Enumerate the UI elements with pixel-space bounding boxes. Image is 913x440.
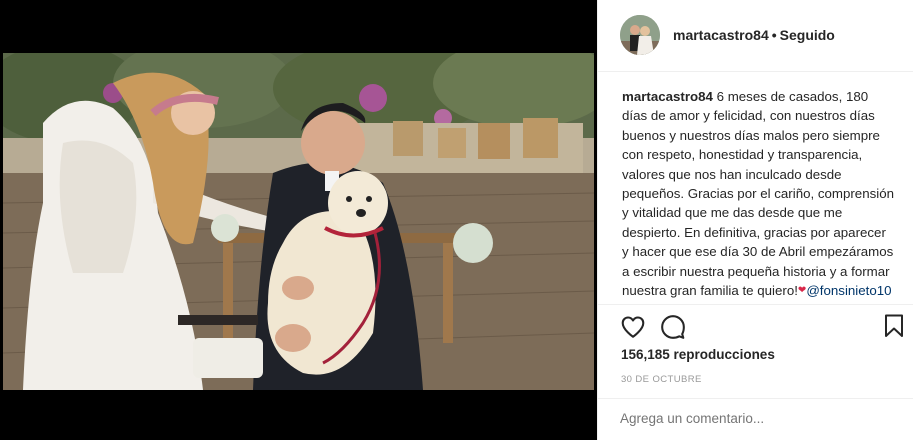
avatar-photo-icon [620, 15, 660, 55]
like-button[interactable] [620, 314, 646, 340]
follow-status-button[interactable]: Seguido [780, 27, 835, 43]
wedding-video-frame [3, 53, 594, 390]
post-caption: martacastro84 6 meses de casados, 180 dí… [622, 87, 894, 300]
comment-button[interactable] [660, 314, 686, 340]
caption-username-link[interactable]: martacastro84 [622, 89, 713, 104]
save-button[interactable] [884, 314, 910, 340]
comment-input[interactable] [620, 411, 880, 426]
user-line: martacastro84 • Seguido [673, 27, 835, 43]
media-panel [0, 0, 597, 440]
video-player[interactable] [3, 53, 594, 390]
username-link[interactable]: martacastro84 [673, 27, 769, 43]
caption-mention-link[interactable]: @fonsinieto10 [806, 283, 891, 298]
avatar[interactable] [620, 15, 660, 55]
caption-text: 6 meses de casados, 180 días de amor y f… [622, 89, 894, 299]
view-count[interactable]: 156,185 reproducciones [621, 347, 775, 362]
speech-bubble-icon [661, 315, 685, 339]
heart-outline-icon [621, 316, 645, 338]
comment-bar [598, 398, 913, 440]
post-sidebar: martacastro84 • Seguido martacastro84 6 me… [597, 0, 913, 440]
post-header: martacastro84 • Seguido [598, 0, 913, 72]
post-date[interactable]: 30 DE OCTUBRE [621, 374, 702, 385]
actions-divider [598, 304, 913, 306]
separator-dot: • [771, 27, 777, 43]
bookmark-icon [885, 314, 903, 337]
